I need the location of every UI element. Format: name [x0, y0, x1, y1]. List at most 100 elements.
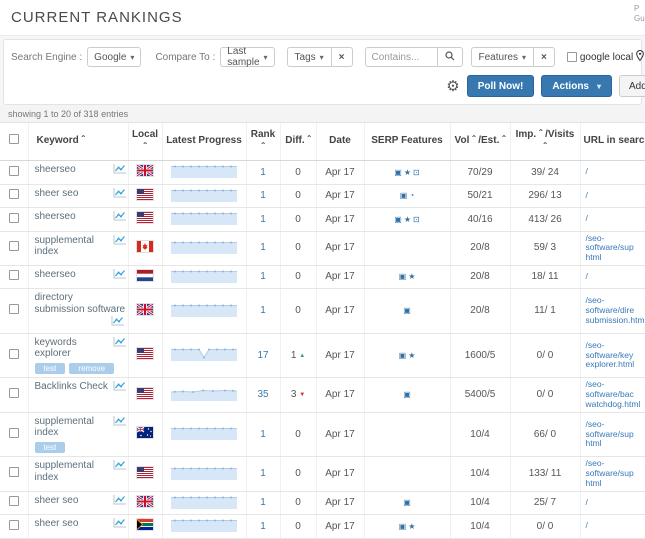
- url-link[interactable]: /: [586, 521, 642, 531]
- column-header-rank[interactable]: Rank ˆ: [246, 123, 281, 161]
- column-header-diff[interactable]: Diff. ˆ: [280, 123, 317, 161]
- us-flag: [136, 465, 154, 481]
- row-checkbox[interactable]: [8, 519, 19, 530]
- url-link[interactable]: /: [586, 497, 642, 508]
- column-header-imp-visits[interactable]: Imp. ˆ /Visits ˆ: [510, 123, 581, 161]
- add-keyword-button[interactable]: Add K: [619, 75, 645, 97]
- row-checkbox[interactable]: [8, 165, 19, 176]
- column-header-date[interactable]: Date: [316, 123, 365, 161]
- column-header-serp-features[interactable]: SERP Features: [364, 123, 451, 161]
- progress-sparkline[interactable]: [171, 165, 237, 181]
- row-checkbox[interactable]: [8, 467, 19, 478]
- rank-value: 1: [260, 213, 266, 225]
- checkbox-box[interactable]: [566, 52, 577, 62]
- row-checkbox[interactable]: [8, 212, 19, 223]
- progress-sparkline[interactable]: [171, 496, 237, 512]
- search-engine-select[interactable]: Google ▾: [87, 47, 142, 67]
- progress-sparkline[interactable]: [171, 189, 237, 205]
- features-clear-button[interactable]: ×: [533, 47, 555, 67]
- review-star-icon: ★: [403, 214, 412, 224]
- column-header-local[interactable]: Local ˆ: [128, 123, 163, 161]
- select-all-checkbox[interactable]: [8, 134, 19, 145]
- contains-input[interactable]: [364, 47, 437, 67]
- settings-gear-icon[interactable]: ⚙: [446, 79, 459, 94]
- trend-chart-icon[interactable]: [113, 268, 126, 283]
- keyword-link[interactable]: supplemental index: [35, 416, 111, 439]
- keyword-link[interactable]: directory submission software: [35, 292, 126, 315]
- keyword-link[interactable]: keywords explorer: [35, 337, 111, 360]
- trend-chart-icon[interactable]: [113, 415, 126, 430]
- progress-sparkline[interactable]: [171, 270, 237, 286]
- search-button[interactable]: [436, 47, 463, 67]
- url-link[interactable]: /seo-software/bac watchdog.html: [586, 380, 642, 409]
- column-header-vol-est[interactable]: Vol ˆ /Est. ˆ: [450, 123, 511, 161]
- compare-to-select[interactable]: Last sample ▾: [220, 46, 275, 68]
- trend-chart-icon[interactable]: [111, 316, 124, 329]
- date-value: Apr 17: [316, 333, 365, 379]
- keyword-link[interactable]: sheer seo: [35, 188, 79, 200]
- tags-filter-group: Tags ▾ ×: [286, 47, 353, 67]
- canada-flag: [136, 239, 154, 255]
- url-link[interactable]: /: [586, 214, 642, 224]
- actions-button[interactable]: Actions ▾: [541, 75, 612, 97]
- trend-chart-icon[interactable]: [113, 187, 126, 202]
- features-button[interactable]: Features ▾: [470, 47, 534, 67]
- row-checkbox[interactable]: [8, 388, 19, 399]
- progress-sparkline[interactable]: [171, 348, 237, 364]
- progress-sparkline[interactable]: [171, 304, 237, 320]
- poll-now-button[interactable]: Poll Now!: [466, 75, 535, 97]
- row-checkbox[interactable]: [8, 270, 19, 281]
- url-link[interactable]: /seo-software/key explorer.html: [586, 340, 642, 370]
- tags-button[interactable]: Tags ▾: [286, 47, 332, 67]
- url-link[interactable]: /: [586, 271, 642, 282]
- trend-chart-icon[interactable]: [113, 518, 126, 532]
- date-value: Apr 17: [316, 184, 365, 208]
- url-link[interactable]: /: [586, 190, 642, 201]
- row-checkbox[interactable]: [8, 496, 19, 507]
- progress-sparkline[interactable]: [171, 467, 237, 483]
- keyword-link[interactable]: sheerseo: [35, 269, 76, 281]
- tag-chip[interactable]: test: [34, 362, 66, 375]
- trend-chart-icon[interactable]: [113, 211, 126, 225]
- column-header-keyword[interactable]: Keyword ˆ: [28, 123, 129, 161]
- google-local-checkbox[interactable]: google local: [566, 49, 645, 64]
- trend-chart-icon[interactable]: [113, 494, 126, 509]
- keyword-link[interactable]: supplemental index: [35, 460, 111, 483]
- row-checkbox[interactable]: [8, 348, 19, 359]
- keyword-link[interactable]: sheer seo: [35, 495, 79, 507]
- trend-chart-icon[interactable]: [113, 381, 126, 395]
- progress-sparkline[interactable]: [171, 427, 237, 443]
- trend-chart-icon[interactable]: [113, 234, 126, 249]
- progress-sparkline[interactable]: [171, 519, 237, 535]
- row-checkbox[interactable]: [8, 427, 19, 438]
- date-value: Apr 17: [316, 491, 365, 516]
- row-checkbox[interactable]: [8, 241, 19, 252]
- column-header-latest-progress[interactable]: Latest Progress: [162, 123, 247, 161]
- tag-chip[interactable]: test: [34, 441, 66, 454]
- column-header-url-in-search-re[interactable]: URL in search re: [580, 123, 645, 161]
- keyword-link[interactable]: supplemental index: [35, 235, 111, 258]
- table-row: keywords explorer test remove 17 1 ▲ Apr 17 ▣ ★…: [0, 333, 645, 379]
- keyword-link[interactable]: sheer seo: [35, 518, 79, 530]
- progress-sparkline[interactable]: [170, 389, 238, 404]
- tag-chip[interactable]: remove: [69, 362, 115, 375]
- url-link[interactable]: /: [586, 167, 642, 177]
- australia-flag: [136, 426, 154, 441]
- row-checkbox[interactable]: [8, 304, 19, 315]
- url-link[interactable]: /seo-software/dire submission.html: [586, 296, 645, 325]
- keyword-link[interactable]: sheerseo: [35, 164, 76, 176]
- row-checkbox[interactable]: [8, 189, 19, 199]
- tags-clear-button[interactable]: ×: [330, 47, 353, 67]
- url-link[interactable]: /seo-software/sup html: [586, 459, 642, 488]
- keyword-link[interactable]: sheerseo: [35, 211, 76, 223]
- diff-value: 0: [295, 497, 301, 509]
- url-link[interactable]: /seo-software/sup html: [586, 233, 642, 263]
- progress-sparkline[interactable]: [171, 212, 237, 228]
- keyword-link[interactable]: Backlinks Check: [35, 381, 108, 393]
- url-link[interactable]: /seo-software/sup html: [586, 419, 642, 449]
- trend-chart-icon[interactable]: [113, 336, 126, 351]
- trend-chart-icon[interactable]: [113, 164, 126, 178]
- progress-sparkline[interactable]: [171, 241, 237, 257]
- trend-chart-icon[interactable]: [113, 460, 126, 474]
- rank-value: 1: [260, 497, 266, 509]
